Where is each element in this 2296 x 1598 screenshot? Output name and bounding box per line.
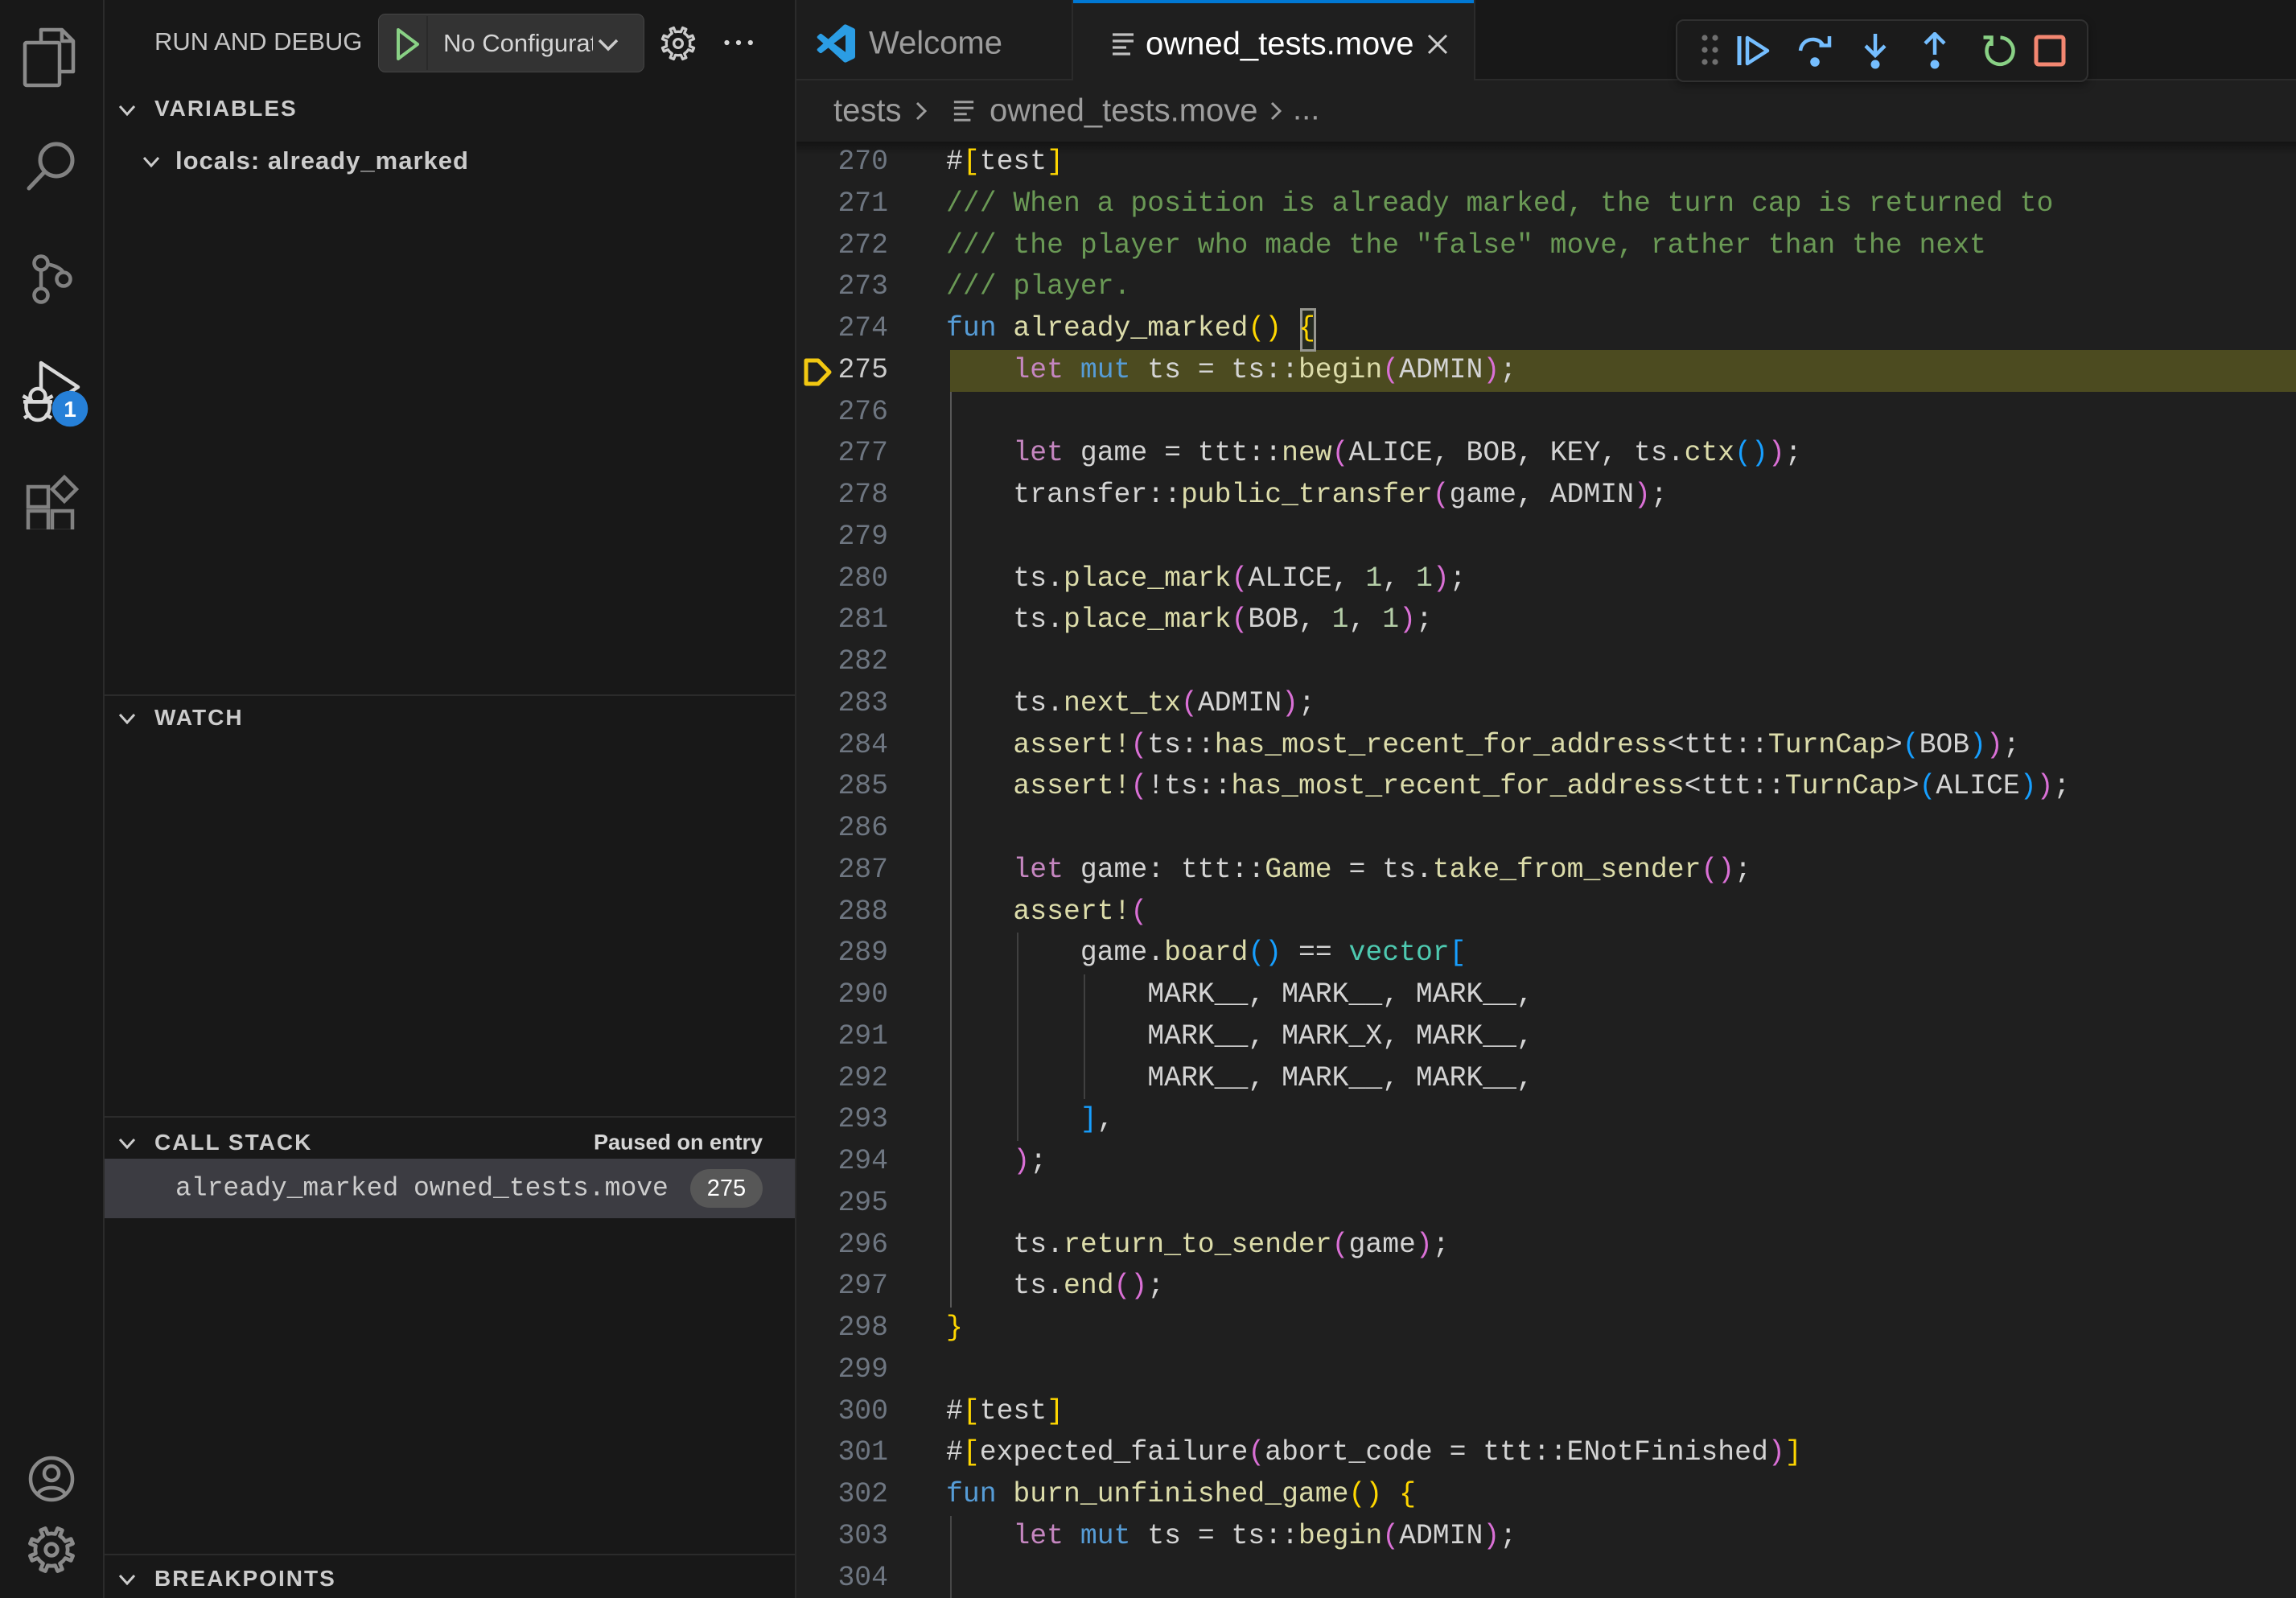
svg-text:1: 1 [64,397,76,422]
